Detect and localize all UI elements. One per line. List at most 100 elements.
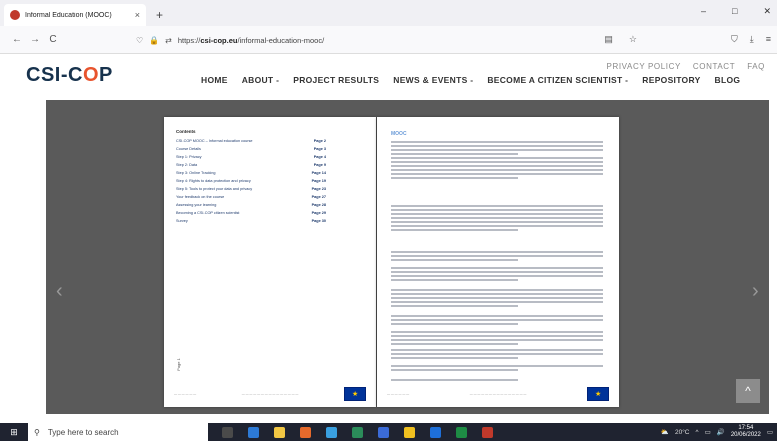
menu-icon[interactable]: ≡ xyxy=(766,34,771,45)
pocket-icon[interactable]: ⛉ xyxy=(731,34,738,45)
taskbar-search-box[interactable]: ⚲ Type here to search xyxy=(28,423,208,441)
nav-news-events[interactable]: NEWS & EVENTS - xyxy=(393,75,473,85)
toc-label: CSI-COP MOOC – Informal education course xyxy=(176,139,253,143)
weather-icon[interactable]: ⛅ xyxy=(661,428,669,436)
page-number: Page 1 xyxy=(175,358,181,371)
reader-view-icon[interactable]: ▤ xyxy=(604,34,613,45)
toc-label: Survey xyxy=(176,219,188,223)
text-line xyxy=(391,339,603,341)
text-line xyxy=(391,229,519,231)
taskbar-app-icon[interactable] xyxy=(352,426,363,438)
toc-row[interactable]: Step 3: Online Tracking Page 14 xyxy=(176,169,326,177)
toc-row[interactable]: Your feedback on the course Page 27 xyxy=(176,193,326,201)
bookmark-star-icon[interactable]: ☆ xyxy=(629,34,637,45)
text-line xyxy=(391,251,603,253)
address-bar[interactable]: ♡ 🔒 ⇄ https:// csi-cop.eu /informal-educ… xyxy=(136,30,626,50)
new-tab-button[interactable]: + xyxy=(156,8,163,22)
close-tab-icon[interactable]: × xyxy=(135,10,140,20)
taskbar-app-icon[interactable] xyxy=(430,426,441,438)
reload-icon[interactable]: C xyxy=(44,34,62,45)
footer-text-right: — — — — — — xyxy=(387,392,410,396)
text-line xyxy=(391,267,603,269)
text-line xyxy=(391,259,519,261)
toc-row[interactable]: Step 2: Data Page 9 xyxy=(176,161,326,169)
temperature-text[interactable]: 20°C xyxy=(675,429,690,436)
nav-privacy-policy[interactable]: PRIVACY POLICY xyxy=(607,62,681,71)
text-line xyxy=(391,331,603,333)
nav-faq[interactable]: FAQ xyxy=(747,62,765,71)
eu-flag-icon xyxy=(587,387,609,401)
text-paragraph xyxy=(391,315,603,327)
toc-label: Your feedback on the course xyxy=(176,195,225,199)
network-icon[interactable]: ▭ xyxy=(705,428,711,436)
taskbar-app-icon[interactable] xyxy=(404,426,415,438)
site-logo[interactable]: CSI-COP xyxy=(26,64,113,87)
browser-toolbar: ← → C ♡ 🔒 ⇄ https:// csi-cop.eu /informa… xyxy=(0,26,777,54)
nav-home[interactable]: HOME xyxy=(201,75,228,85)
text-line xyxy=(391,357,519,359)
browser-tab-bar: Informal Education (MOOC) × + – □ ✕ xyxy=(0,0,777,26)
text-paragraph xyxy=(391,267,603,283)
taskbar-app-icon[interactable] xyxy=(482,426,493,438)
taskbar-app-icon[interactable] xyxy=(456,426,467,438)
toc-page: Page 30 xyxy=(311,219,326,223)
text-line xyxy=(391,157,603,159)
toc-row[interactable]: Survey Page 30 xyxy=(176,217,326,225)
taskbar-app-icon[interactable] xyxy=(222,426,233,438)
permissions-icon: ⇄ xyxy=(165,35,172,45)
toc-title: Contents xyxy=(176,129,196,134)
toc-row[interactable]: Step 4: Rights to data protection and pr… xyxy=(176,177,326,185)
nav-project-results[interactable]: PROJECT RESULTS xyxy=(293,75,379,85)
browser-tab[interactable]: Informal Education (MOOC) × xyxy=(4,4,146,26)
scroll-to-top-button[interactable]: ^ xyxy=(736,379,760,403)
text-line xyxy=(391,145,603,147)
toc-page: Page 28 xyxy=(311,203,326,207)
footer-text: — — — — — — xyxy=(174,392,197,396)
toc-row[interactable]: Becoming a CSI-COP citizen scientist Page… xyxy=(176,209,326,217)
next-page-arrow-icon[interactable]: › xyxy=(752,280,759,303)
maximize-icon[interactable]: □ xyxy=(732,6,737,17)
nav-become-citizen-scientist[interactable]: BECOME A CITIZEN SCIENTIST - xyxy=(487,75,628,85)
volume-icon[interactable]: 🔊 xyxy=(717,428,725,436)
toc-row[interactable]: Assessing your learning Page 28 xyxy=(176,201,326,209)
window-controls: – □ ✕ xyxy=(701,6,771,17)
shield-icon: ♡ xyxy=(136,35,144,45)
text-line xyxy=(391,323,519,325)
text-line xyxy=(391,343,519,345)
lock-icon: 🔒 xyxy=(149,35,160,45)
taskbar-app-icon[interactable] xyxy=(300,426,311,438)
windows-start-icon[interactable]: ⊞ xyxy=(0,427,28,438)
nav-about[interactable]: ABOUT - xyxy=(242,75,280,85)
toolbar-actions: ⛉ ⤓ ≡ xyxy=(731,34,771,45)
toc-page: Page 27 xyxy=(311,195,326,199)
toc-row[interactable]: Step 5: Tools to protect your data and p… xyxy=(176,185,326,193)
tray-chevron-icon[interactable]: ^ xyxy=(696,429,699,436)
footer-disclaimer-right: — — — — — — — — — — — — — — — xyxy=(469,392,527,396)
taskbar-app-icon[interactable] xyxy=(326,426,337,438)
clock[interactable]: 17:54 20/06/2022 xyxy=(731,425,761,439)
downloads-icon[interactable]: ⤓ xyxy=(750,34,754,45)
taskbar-app-icon[interactable] xyxy=(378,426,389,438)
url-path: /informal-education-mooc/ xyxy=(237,35,325,45)
toc-label: Step 5: Tools to protect your data and p… xyxy=(176,187,253,191)
nav-contact[interactable]: CONTACT xyxy=(693,62,735,71)
taskbar-app-icon[interactable] xyxy=(248,426,259,438)
text-line xyxy=(391,271,603,273)
logo-text-end: P xyxy=(99,64,113,86)
right-page-title: MOOC xyxy=(391,131,407,137)
toc-row[interactable]: CSI-COP MOOC – Informal education course… xyxy=(176,137,326,145)
toc-row[interactable]: Course Details Page 3 xyxy=(176,145,326,153)
taskbar-app-icon[interactable] xyxy=(274,426,285,438)
notification-icon[interactable]: ▭ xyxy=(767,428,773,436)
back-arrow-icon[interactable]: ← xyxy=(8,34,26,45)
close-window-icon[interactable]: ✕ xyxy=(763,6,771,17)
forward-arrow-icon[interactable]: → xyxy=(26,34,44,45)
minimize-icon[interactable]: – xyxy=(701,6,706,17)
toc-page: Page 14 xyxy=(311,171,326,175)
toc-row[interactable]: Step 1: Privacy Page 4 xyxy=(176,153,326,161)
nav-repository[interactable]: REPOSITORY xyxy=(642,75,700,85)
previous-page-arrow-icon[interactable]: ‹ xyxy=(56,280,63,303)
nav-blog[interactable]: BLOG xyxy=(715,75,741,85)
url-host: csi-cop.eu xyxy=(200,35,238,45)
main-nav: HOME ABOUT - PROJECT RESULTS NEWS & EVEN… xyxy=(201,75,740,85)
